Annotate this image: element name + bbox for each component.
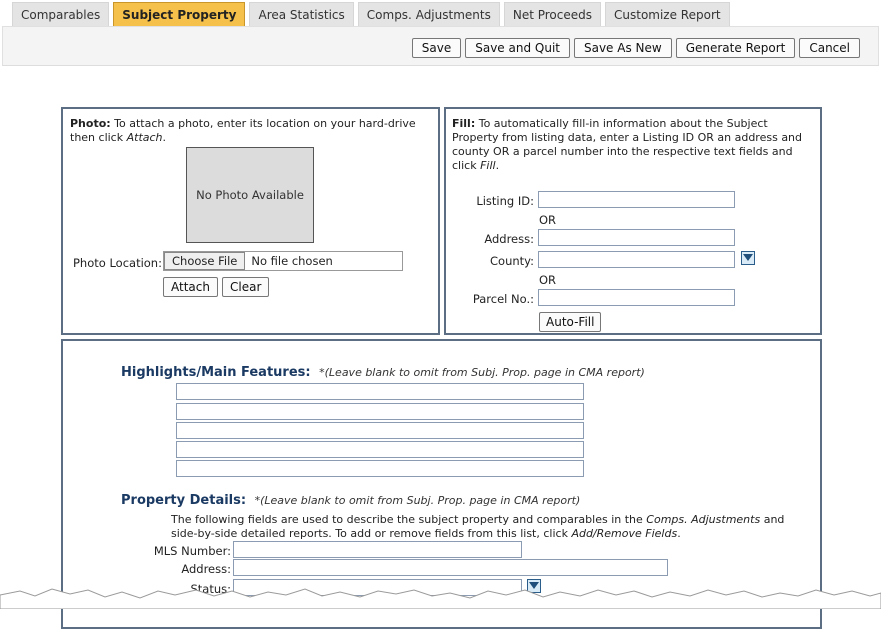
fill-instructions: Fill: To automatically fill-in informati…: [452, 117, 803, 172]
property-details-title: Property Details: *(Leave blank to omit …: [121, 493, 581, 508]
county-dropdown-icon[interactable]: [741, 251, 755, 265]
save-as-new-button[interactable]: Save As New: [573, 38, 672, 58]
generate-report-button[interactable]: Generate Report: [675, 38, 796, 58]
tab-comps-adjustments[interactable]: Comps. Adjustments: [357, 2, 500, 26]
photo-panel: Photo: To attach a photo, enter its loca…: [61, 107, 440, 335]
highlights-note: *(Leave blank to omit from Subj. Prop. p…: [319, 366, 645, 379]
listing-id-label: Listing ID:: [476, 194, 534, 208]
cancel-button[interactable]: Cancel: [799, 38, 860, 58]
save-and-quit-button[interactable]: Save and Quit: [465, 38, 570, 58]
toolbar: Save Save and Quit Save As New Generate …: [2, 26, 879, 66]
parcel-no-label: Parcel No.:: [472, 292, 534, 306]
address-input[interactable]: [538, 229, 735, 246]
county-label: County:: [490, 254, 534, 268]
fill-panel: Fill: To automatically fill-in informati…: [444, 107, 822, 335]
photo-placeholder: No Photo Available: [186, 147, 314, 243]
photo-location-label: Photo Location:: [73, 256, 162, 270]
no-file-text: No file chosen: [251, 254, 333, 268]
choose-file-button[interactable]: Choose File: [164, 252, 246, 270]
tab-bar: Comparables Subject Property Area Statis…: [12, 2, 730, 26]
mls-number-input[interactable]: [233, 541, 522, 558]
highlight-input-2[interactable]: [176, 403, 584, 420]
torn-edge-decoration: [0, 588, 881, 609]
mls-number-label: MLS Number:: [153, 544, 231, 558]
attach-button[interactable]: Attach: [163, 277, 218, 297]
highlight-input-5[interactable]: [176, 460, 584, 477]
photo-instructions: Photo: To attach a photo, enter its loca…: [70, 117, 416, 144]
parcel-no-input[interactable]: [538, 289, 735, 306]
auto-fill-button[interactable]: Auto-Fill: [539, 312, 602, 332]
photo-file-input[interactable]: Choose File No file chosen: [163, 251, 403, 271]
tab-area-statistics[interactable]: Area Statistics: [249, 2, 354, 26]
details-address-input[interactable]: [233, 559, 668, 576]
tab-net-proceeds[interactable]: Net Proceeds: [503, 2, 601, 26]
details-address-label: Address:: [181, 562, 231, 576]
property-details-note: *(Leave blank to omit from Subj. Prop. p…: [254, 494, 581, 507]
clear-button[interactable]: Clear: [222, 277, 270, 297]
save-button[interactable]: Save: [411, 38, 462, 58]
highlight-input-3[interactable]: [176, 422, 584, 439]
county-input[interactable]: [538, 251, 735, 268]
highlight-input-4[interactable]: [176, 441, 584, 458]
tab-comparables[interactable]: Comparables: [12, 2, 110, 26]
or-label-2: OR: [539, 273, 557, 287]
or-label-1: OR: [539, 213, 557, 227]
highlight-input-1[interactable]: [176, 383, 584, 400]
highlights-title: Highlights/Main Features: *(Leave blank …: [121, 365, 645, 380]
address-label: Address:: [484, 232, 534, 246]
listing-id-input[interactable]: [538, 191, 735, 208]
tab-customize-report[interactable]: Customize Report: [605, 2, 730, 26]
property-details-description: The following fields are used to describ…: [171, 513, 785, 540]
tab-subject-property[interactable]: Subject Property: [113, 2, 246, 26]
